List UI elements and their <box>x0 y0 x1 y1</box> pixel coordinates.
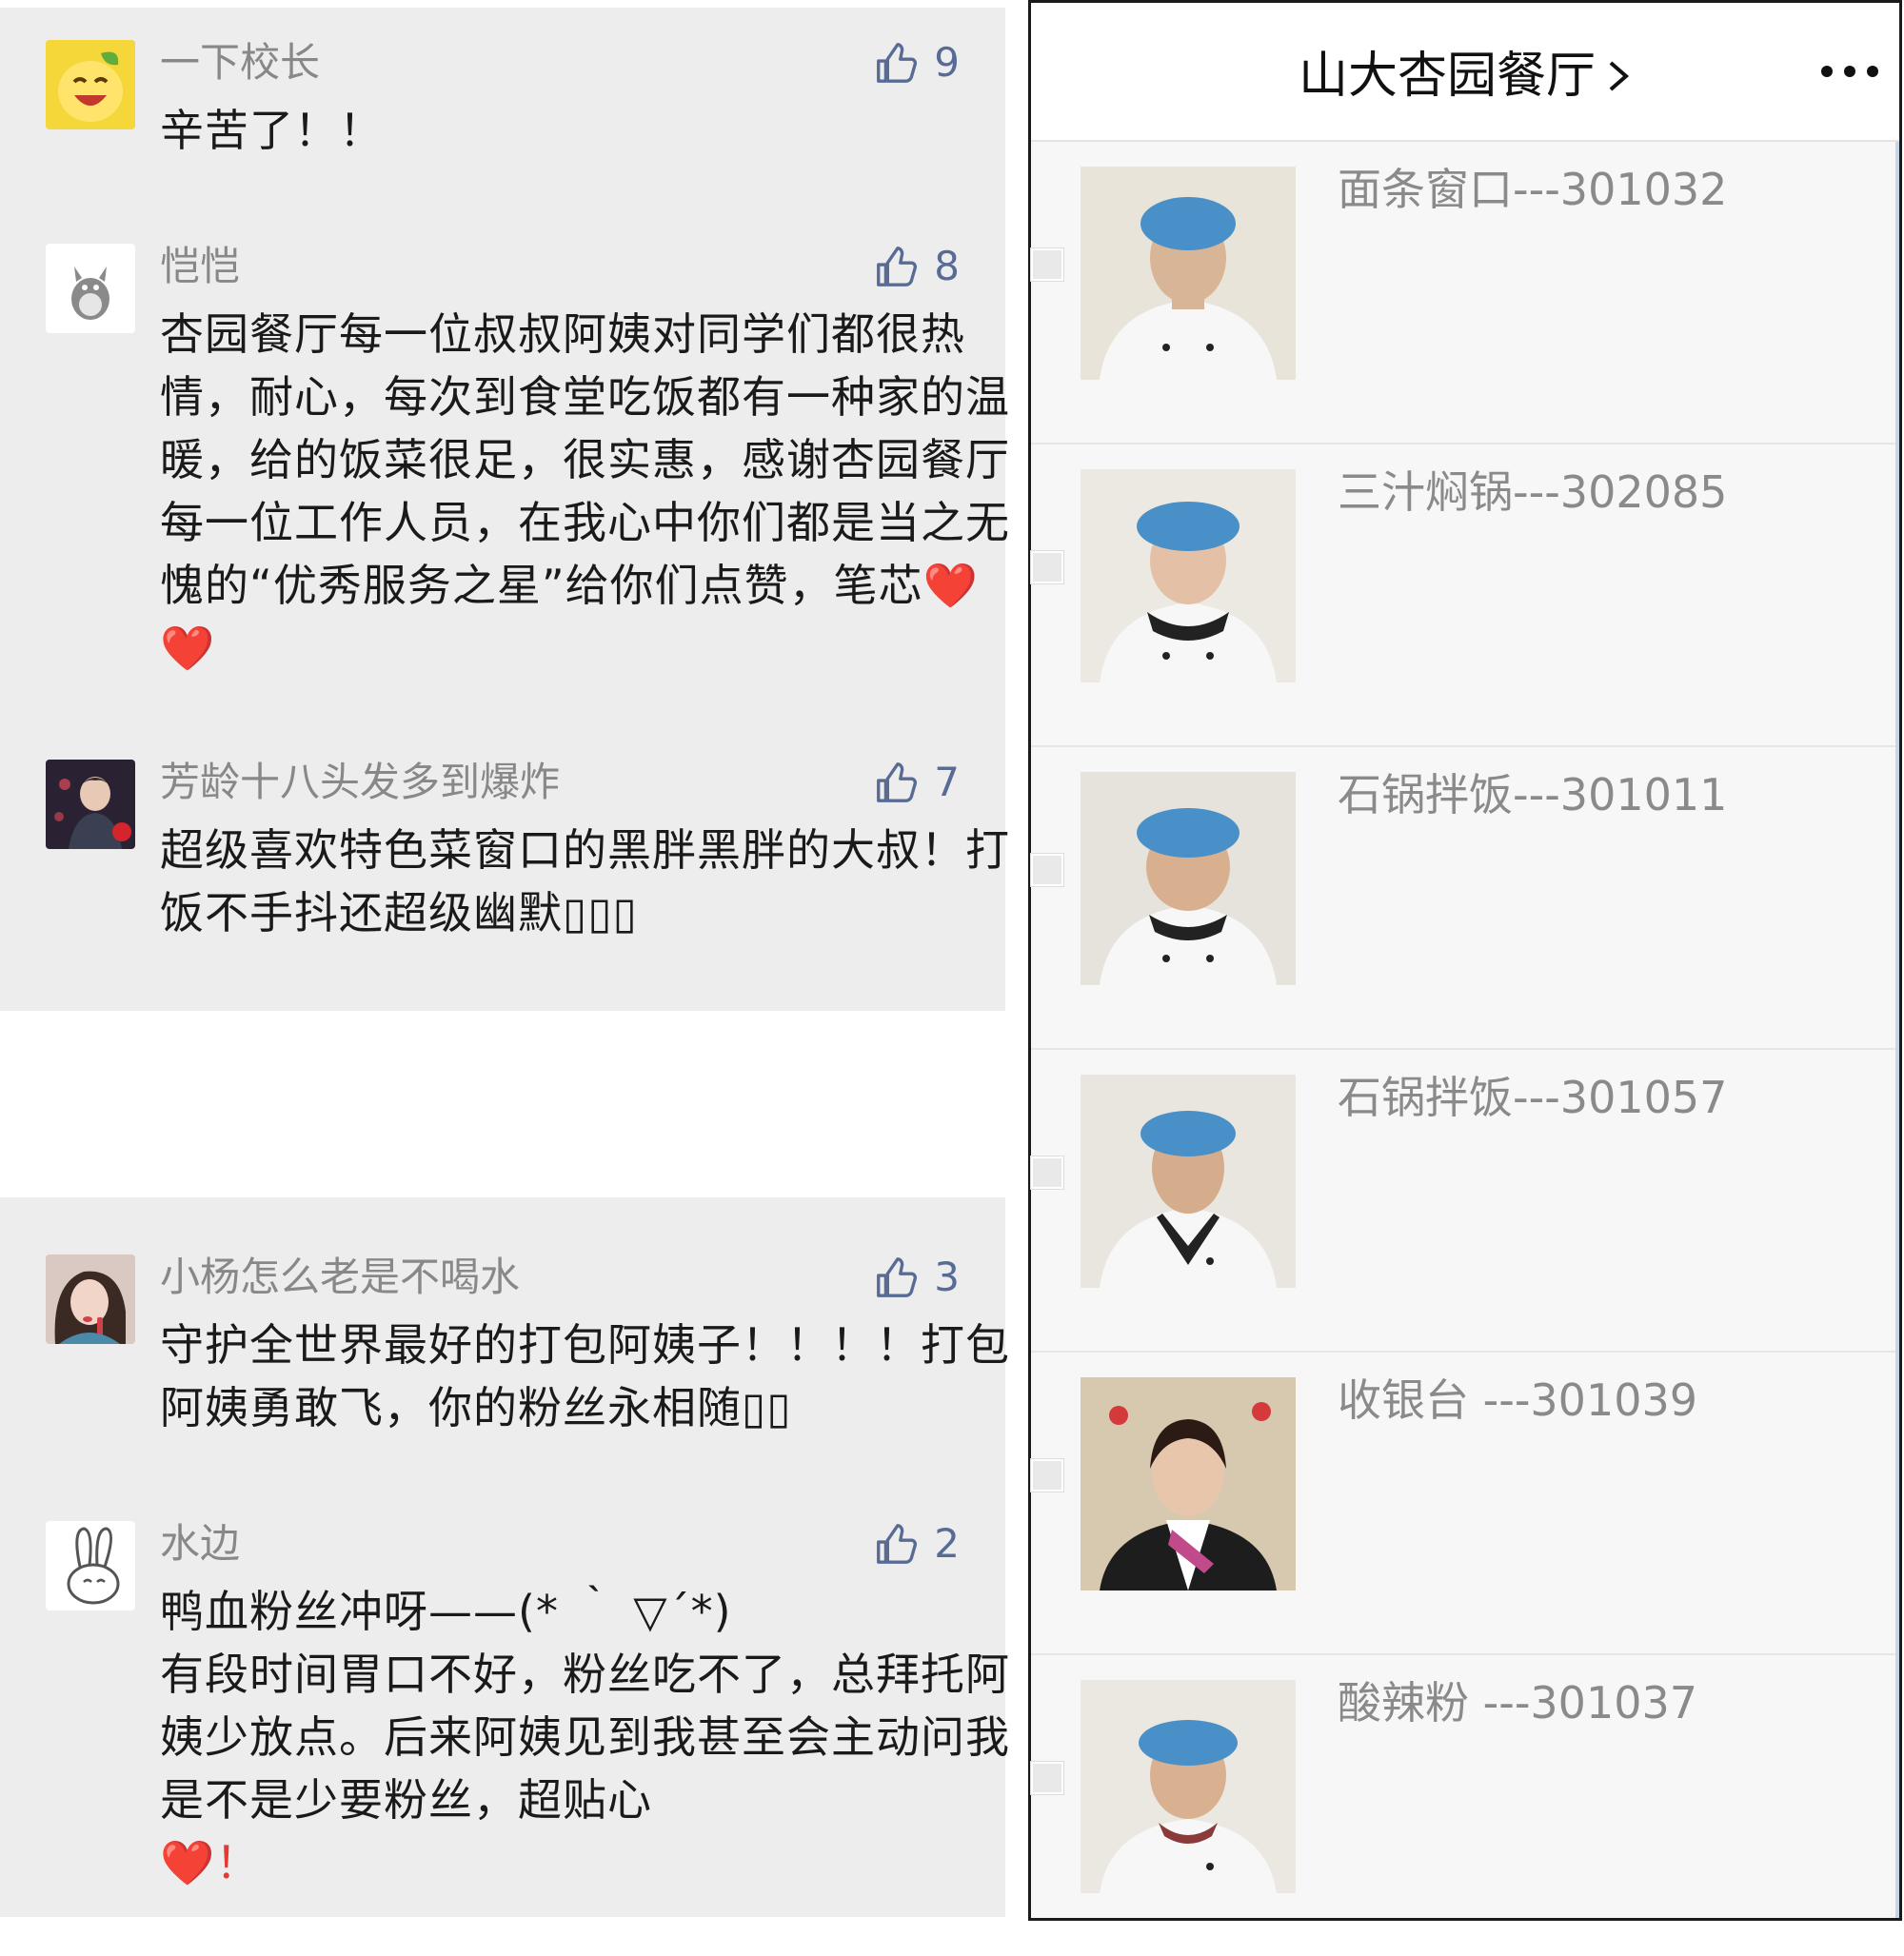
staff-label: 酸辣粉 ---301037 <box>1338 1677 1698 1729</box>
staff-list: 面条窗口---301032 三汁焖锅---302085 石锅拌饭---30101… <box>1031 142 1899 1918</box>
avatar[interactable] <box>46 1521 135 1610</box>
like-button[interactable]: 8 <box>873 240 960 293</box>
staff-photo[interactable] <box>1081 1680 1296 1893</box>
comment-username[interactable]: 水边 <box>160 1517 240 1571</box>
row-checkbox[interactable] <box>1031 551 1063 583</box>
girl-avatar-icon <box>46 1255 135 1344</box>
avatar[interactable] <box>46 40 135 129</box>
comment-text: 杏园餐厅每一位叔叔阿姨对同学们都很热情，耐心，每次到食堂吃饭都有一种家的温暖，给… <box>160 303 1017 680</box>
comment-text-body: 杏园餐厅每一位叔叔阿姨对同学们都很热情，耐心，每次到食堂吃饭都有一种家的温暖，给… <box>160 308 1010 611</box>
person-avatar-icon <box>46 760 135 849</box>
comment-text-body: 鸭血粉丝冲呀——(* ｀ ▽´*) 有段时间胃口不好，粉丝吃不了，总拜托阿姨少放… <box>160 1586 1010 1826</box>
thumbs-up-icon <box>877 762 918 802</box>
bunny-avatar-icon <box>46 1521 135 1610</box>
staff-label: 收银台 ---301039 <box>1338 1374 1698 1426</box>
like-count: 9 <box>934 39 960 86</box>
comment-username[interactable]: 一下校长 <box>160 36 320 89</box>
comments-panel-top: 一下校长 9 辛苦了！！ 恺恺 8 杏园餐厅每一位叔叔阿姨对同学们都很热情，耐心… <box>0 8 1009 1011</box>
staff-photo[interactable] <box>1081 1377 1296 1590</box>
avatar[interactable] <box>46 244 135 333</box>
restaurant-staff-panel: 山大杏园餐厅 面条窗口---301032 三汁焖锅---302085 石锅拌饭-… <box>1028 0 1902 1921</box>
row-checkbox[interactable] <box>1031 1762 1063 1794</box>
like-button[interactable]: 2 <box>873 1517 960 1571</box>
staff-label: 面条窗口---301032 <box>1338 164 1728 215</box>
comment-text: 辛苦了！！ <box>160 105 384 156</box>
like-button[interactable]: 3 <box>873 1251 960 1304</box>
avatar[interactable] <box>46 760 135 849</box>
like-button[interactable]: 9 <box>873 36 960 89</box>
row-checkbox[interactable] <box>1031 1156 1063 1189</box>
like-count: 3 <box>934 1254 960 1300</box>
chef-portrait-icon <box>1081 167 1296 380</box>
staff-row[interactable]: 石锅拌饭---301057 <box>1031 1050 1895 1353</box>
staff-label: 三汁焖锅---302085 <box>1338 466 1728 518</box>
avatar[interactable] <box>46 1255 135 1344</box>
comment-username[interactable]: 小杨怎么老是不喝水 <box>160 1251 520 1304</box>
thumbs-up-icon <box>877 1524 918 1564</box>
totoro-avatar-icon <box>46 244 135 333</box>
more-dots-icon[interactable] <box>1819 60 1880 83</box>
thumbs-up-icon <box>877 1257 918 1297</box>
staff-photo[interactable] <box>1081 167 1296 380</box>
staff-row[interactable]: 面条窗口---301032 <box>1031 142 1895 445</box>
comment-username[interactable]: 恺恺 <box>160 240 240 293</box>
chef-portrait-icon <box>1081 772 1296 985</box>
row-checkbox[interactable] <box>1031 248 1063 281</box>
chef-portrait-icon <box>1081 1680 1296 1893</box>
staff-photo[interactable] <box>1081 1075 1296 1288</box>
staff-row[interactable]: 收银台 ---301039 <box>1031 1353 1895 1655</box>
staff-row[interactable]: 石锅拌饭---301011 <box>1031 747 1895 1050</box>
panel-header: 山大杏园餐厅 <box>1031 3 1899 142</box>
comment-username[interactable]: 芳龄十八头发多到爆炸 <box>160 756 560 809</box>
staff-row[interactable]: 三汁焖锅---302085 <box>1031 445 1895 747</box>
heart-emoji: ❤️！ <box>160 1837 261 1888</box>
comments-panel-bottom: 小杨怎么老是不喝水 3 守护全世界最好的打包阿姨子！！！！打包阿姨勇敢飞，你的粉… <box>0 1197 1009 1917</box>
panel-title-link[interactable]: 山大杏园餐厅 <box>1031 43 1899 109</box>
staff-label: 石锅拌饭---301057 <box>1338 1072 1728 1123</box>
staff-label: 石锅拌饭---301011 <box>1338 769 1728 820</box>
comment-text: 超级喜欢特色菜窗口的黑胖黑胖的大叔！打饭不手抖还超级幽默▯▯▯ <box>160 824 1010 938</box>
comment-text: 鸭血粉丝冲呀——(* ｀ ▽´*) 有段时间胃口不好，粉丝吃不了，总拜托阿姨少放… <box>160 1580 1017 1894</box>
row-checkbox[interactable] <box>1031 854 1063 886</box>
like-count: 8 <box>934 243 960 289</box>
staff-photo[interactable] <box>1081 469 1296 682</box>
comment-text: 守护全世界最好的打包阿姨子！！！！打包阿姨勇敢飞，你的粉丝永相随▯▯ <box>160 1319 1010 1433</box>
like-count: 7 <box>934 759 960 805</box>
staff-photo[interactable] <box>1081 772 1296 985</box>
page-title: 山大杏园餐厅 <box>1298 48 1596 105</box>
lemon-avatar-icon <box>46 40 135 129</box>
row-checkbox[interactable] <box>1031 1459 1063 1492</box>
like-button[interactable]: 7 <box>873 756 960 809</box>
like-count: 2 <box>934 1520 960 1567</box>
thumbs-up-icon <box>877 247 918 286</box>
comments-column: 一下校长 9 辛苦了！！ 恺恺 8 杏园餐厅每一位叔叔阿姨对同学们都很热情，耐心… <box>0 0 1009 1923</box>
cashier-portrait-icon <box>1081 1377 1296 1590</box>
chef-portrait-icon <box>1081 469 1296 682</box>
thumbs-up-icon <box>877 43 918 83</box>
chevron-right-icon <box>1596 57 1632 95</box>
staff-row[interactable]: 酸辣粉 ---301037 <box>1031 1655 1895 1956</box>
chef-portrait-icon <box>1081 1075 1296 1288</box>
